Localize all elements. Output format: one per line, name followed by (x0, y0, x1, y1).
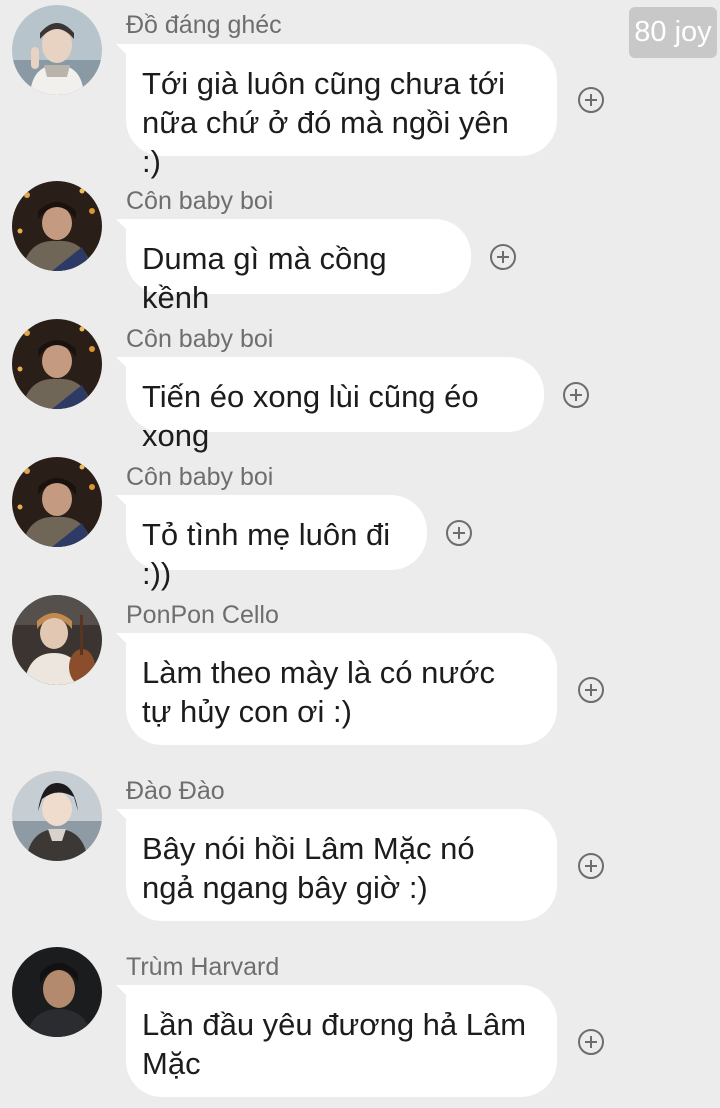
sender-name: Côn baby boi (126, 187, 274, 215)
avatar-boy-scarf-image (12, 5, 102, 95)
message-bubble[interactable]: Tới già luôn cũng chưa tới nữa chứ ở đó … (116, 44, 557, 179)
add-reaction-icon[interactable] (490, 244, 516, 270)
add-reaction-icon[interactable] (446, 520, 472, 546)
avatar[interactable] (12, 181, 102, 271)
avatar-boy-lights-image (12, 457, 102, 547)
message-bubble[interactable]: Duma gì mà cồng kềnh (116, 219, 471, 315)
add-reaction-icon[interactable] (563, 382, 589, 408)
sender-name: Trùm Harvard (126, 953, 280, 981)
sender-name: Côn baby boi (126, 463, 274, 491)
message-bubble[interactable]: Làm theo mày là có nước tự hủy con ơi :) (116, 633, 557, 745)
joy-badge: 80 joy (629, 7, 717, 58)
sender-name: Đồ đáng ghéc (126, 11, 282, 39)
avatar[interactable] (12, 319, 102, 409)
avatar-boy-cello-image (12, 595, 102, 685)
avatar-boy-lights-image (12, 181, 102, 271)
avatar[interactable] (12, 457, 102, 547)
avatar-boy-dark-image (12, 947, 102, 1037)
avatar[interactable] (12, 771, 102, 861)
add-reaction-icon[interactable] (578, 677, 604, 703)
message-bubble[interactable]: Tỏ tình mẹ luôn đi :)) (116, 495, 427, 591)
avatar-boy-sea-image (12, 771, 102, 861)
avatar[interactable] (12, 595, 102, 685)
message-bubble[interactable]: Bây nói hồi Lâm Mặc nó ngả ngang bây giờ… (116, 809, 557, 921)
add-reaction-icon[interactable] (578, 853, 604, 879)
chat-thread: 80 joy Đồ đáng ghéc Tới già luôn cũng ch… (0, 0, 720, 1108)
add-reaction-icon[interactable] (578, 1029, 604, 1055)
sender-name: Đào Đào (126, 777, 225, 805)
add-reaction-icon[interactable] (578, 87, 604, 113)
sender-name: Côn baby boi (126, 325, 274, 353)
avatar[interactable] (12, 5, 102, 95)
sender-name: PonPon Cello (126, 601, 279, 629)
message-bubble[interactable]: Lần đầu yêu đương hả Lâm Mặc (116, 985, 557, 1097)
avatar-boy-lights-image (12, 319, 102, 409)
avatar[interactable] (12, 947, 102, 1037)
message-bubble[interactable]: Tiến éo xong lùi cũng éo xong (116, 357, 544, 453)
